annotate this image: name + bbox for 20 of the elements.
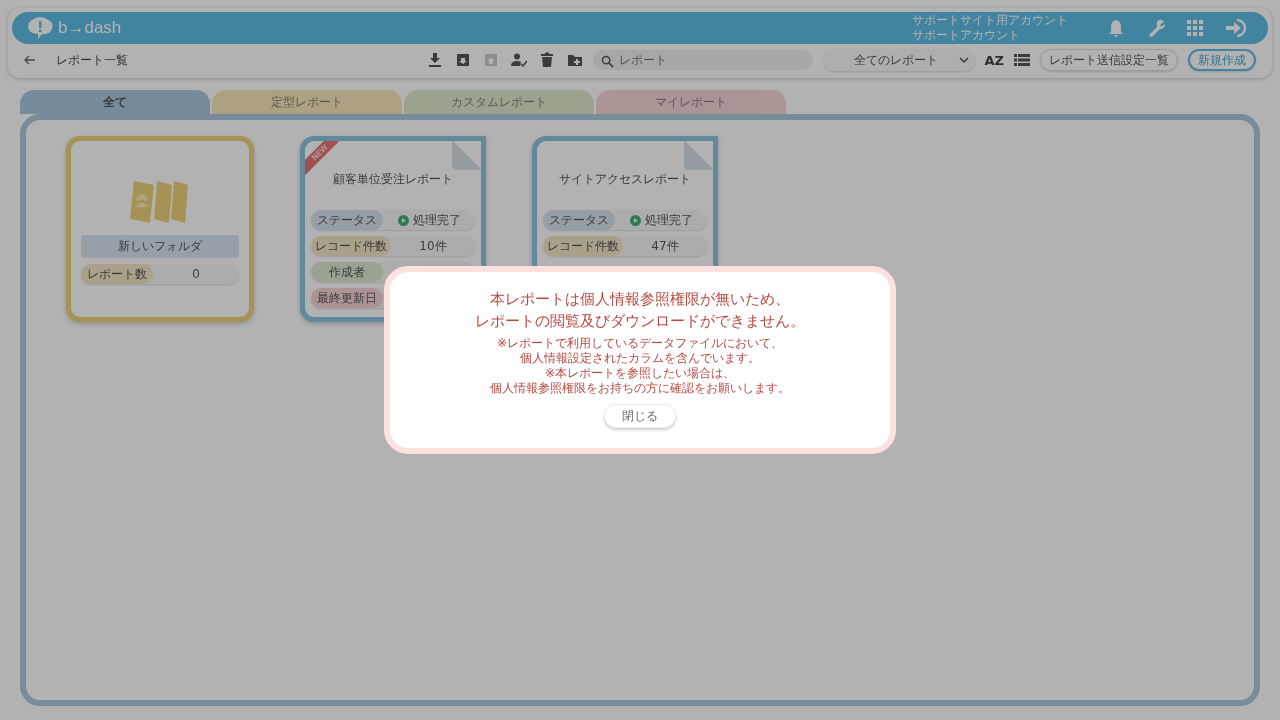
field-value: 47件	[650, 237, 680, 255]
dialog-message: ※レポートで利用しているデータファイルにおいて、 個人情報設定されたカラムを含んでいます。 ※本レポートを参照したい場合は、 個人情報参照権限をお持ちの方に確認をお願いします。	[490, 336, 790, 396]
report-title: 顧客単位受注レポート	[332, 171, 454, 188]
account-site: サポートサイト用アカウント	[912, 13, 1068, 28]
folder-name: 新しいフォルダ	[81, 235, 239, 258]
logo-text: b→dash	[58, 18, 122, 38]
report-title: サイトアクセスレポート	[558, 171, 692, 188]
field-label: レコード件数	[311, 236, 391, 256]
field-label: 最終更新日	[311, 288, 383, 308]
field-label: レコード件数	[543, 236, 623, 256]
field-label: ステータス	[311, 210, 383, 230]
field-label: 作成者	[311, 262, 383, 282]
field-value: 0	[191, 266, 201, 283]
field-label: ステータス	[543, 210, 615, 230]
field-value: 処理完了	[615, 210, 707, 230]
field-value: 10件	[418, 237, 448, 255]
field-value: 処理完了	[383, 210, 475, 230]
page-title: レポート一覧	[56, 51, 128, 69]
account-name: サポートアカウント	[912, 28, 1021, 43]
field-label: レポート数	[81, 264, 153, 284]
